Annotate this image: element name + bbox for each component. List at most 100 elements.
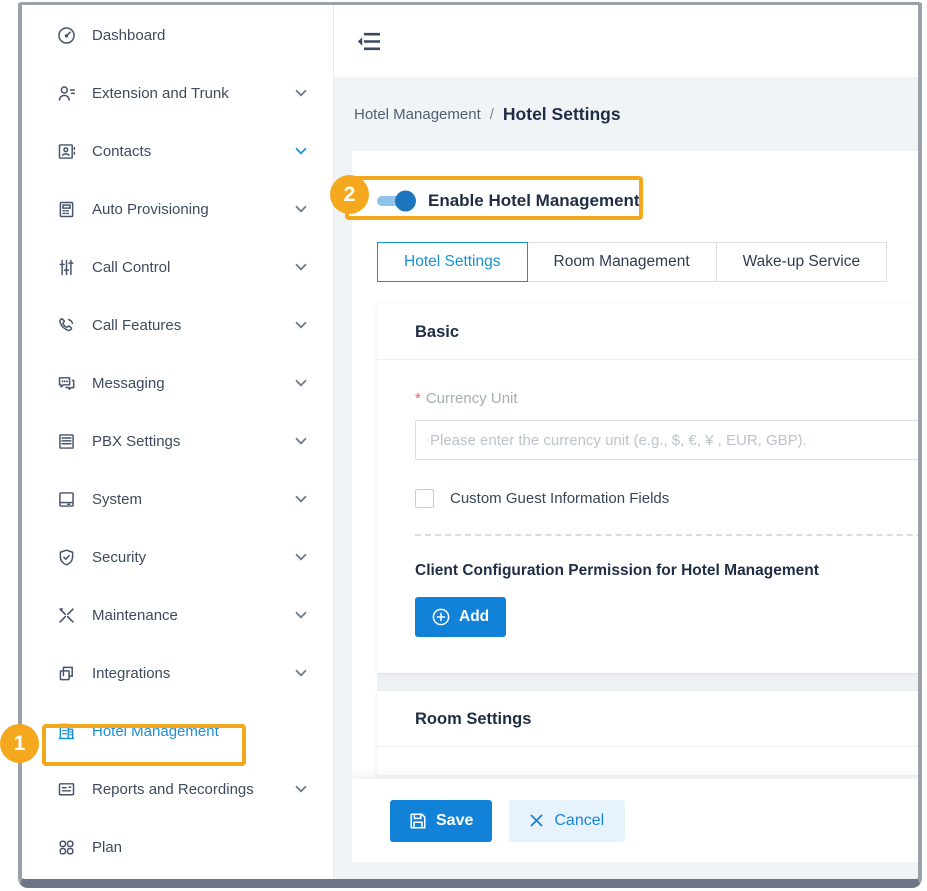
save-button-label: Save xyxy=(436,812,473,830)
currency-unit-label: *Currency Unit xyxy=(415,390,918,407)
maintenance-tools-icon xyxy=(55,604,77,626)
breadcrumb-parent-link[interactable]: Hotel Management xyxy=(354,106,481,123)
sidebar-item-pbx-settings[interactable]: PBX Settings xyxy=(22,412,333,470)
chevron-down-icon[interactable] xyxy=(295,147,307,155)
sidebar-item-maintenance[interactable]: Maintenance xyxy=(22,586,333,644)
sidebar-item-label: Call Control xyxy=(92,259,295,276)
basic-section-card: Basic *Currency Unit Custom Guest Inform… xyxy=(377,304,918,673)
reports-recordings-icon xyxy=(55,778,77,800)
sidebar-item-dashboard[interactable]: Dashboard xyxy=(22,6,333,64)
tab-room-management[interactable]: Room Management xyxy=(527,242,717,282)
enable-hotel-management-row: Enable Hotel Management xyxy=(377,179,918,223)
system-icon xyxy=(55,488,77,510)
integrations-icon xyxy=(55,662,77,684)
sidebar-item-hotel-management[interactable]: Hotel Management xyxy=(22,702,333,760)
sidebar-item-label: PBX Settings xyxy=(92,433,295,450)
room-settings-body xyxy=(377,747,918,775)
annotation-step-badge-1: 1 xyxy=(0,724,39,763)
action-footer: Save Cancel xyxy=(352,779,918,862)
enable-hotel-management-toggle[interactable] xyxy=(377,196,413,206)
extension-trunk-icon xyxy=(55,82,77,104)
save-button[interactable]: Save xyxy=(390,800,492,842)
plan-icon xyxy=(55,836,77,858)
sidebar-item-extension-and-trunk[interactable]: Extension and Trunk xyxy=(22,64,333,122)
sidebar-item-label: Security xyxy=(92,549,295,566)
sidebar-item-label: Maintenance xyxy=(92,607,295,624)
sidebar-item-label: Call Features xyxy=(92,317,295,334)
call-control-icon xyxy=(55,256,77,278)
content-panel: Enable Hotel Management Hotel Settings R… xyxy=(352,151,918,862)
sidebar-item-label: Auto Provisioning xyxy=(92,201,295,218)
section-title-room-settings: Room Settings xyxy=(377,691,918,747)
room-settings-card: Room Settings xyxy=(377,691,918,775)
main-area: Hotel Management / Hotel Settings Enable… xyxy=(334,5,918,879)
chevron-down-icon[interactable] xyxy=(295,669,307,677)
dashed-divider xyxy=(415,534,918,536)
toggle-label: Enable Hotel Management xyxy=(428,191,640,211)
settings-tabs: Hotel Settings Room Management Wake-up S… xyxy=(377,242,918,282)
custom-guest-fields-row: Custom Guest Information Fields xyxy=(415,489,918,508)
chevron-down-icon[interactable] xyxy=(295,495,307,503)
add-permission-button[interactable]: Add xyxy=(415,597,506,637)
sidebar-item-label: Dashboard xyxy=(92,27,307,44)
sidebar-item-label: Hotel Management xyxy=(92,723,307,740)
tab-hotel-settings[interactable]: Hotel Settings xyxy=(377,242,528,282)
chevron-down-icon[interactable] xyxy=(295,611,307,619)
chevron-down-icon[interactable] xyxy=(295,437,307,445)
sidebar-item-call-features[interactable]: Call Features xyxy=(22,296,333,354)
messaging-icon xyxy=(55,372,77,394)
contacts-icon xyxy=(55,140,77,162)
chevron-down-icon[interactable] xyxy=(295,263,307,271)
sidebar-item-call-control[interactable]: Call Control xyxy=(22,238,333,296)
cancel-button-label: Cancel xyxy=(554,812,604,830)
chevron-down-icon[interactable] xyxy=(295,205,307,213)
sidebar-item-label: Extension and Trunk xyxy=(92,85,295,102)
collapse-menu-icon xyxy=(357,31,382,52)
currency-unit-input[interactable] xyxy=(415,420,918,460)
call-features-icon xyxy=(55,314,77,336)
top-bar xyxy=(334,5,918,77)
pbx-settings-icon xyxy=(55,430,77,452)
circle-plus-icon xyxy=(432,608,450,626)
chevron-down-icon[interactable] xyxy=(295,785,307,793)
hotel-building-icon xyxy=(55,720,77,742)
auto-provisioning-icon xyxy=(55,198,77,220)
sidebar-item-contacts[interactable]: Contacts xyxy=(22,122,333,180)
sidebar-item-security[interactable]: Security xyxy=(22,528,333,586)
app-window: Dashboard Extension and Trunk Contacts xyxy=(18,2,922,888)
section-title-basic: Basic xyxy=(377,304,918,360)
custom-guest-fields-label: Custom Guest Information Fields xyxy=(450,490,669,507)
cancel-button[interactable]: Cancel xyxy=(509,800,625,842)
chevron-down-icon[interactable] xyxy=(295,321,307,329)
sidebar-item-integrations[interactable]: Integrations xyxy=(22,644,333,702)
sidebar-item-messaging[interactable]: Messaging xyxy=(22,354,333,412)
sidebar-item-label: Messaging xyxy=(92,375,295,392)
breadcrumb: Hotel Management / Hotel Settings xyxy=(334,77,918,151)
custom-guest-fields-checkbox[interactable] xyxy=(415,489,434,508)
sidebar-item-system[interactable]: System xyxy=(22,470,333,528)
save-floppy-icon xyxy=(409,812,427,830)
collapse-sidebar-button[interactable] xyxy=(355,28,383,54)
sidebar-item-auto-provisioning[interactable]: Auto Provisioning xyxy=(22,180,333,238)
chevron-down-icon[interactable] xyxy=(295,89,307,97)
chevron-down-icon[interactable] xyxy=(295,553,307,561)
content-scroll-area: Enable Hotel Management Hotel Settings R… xyxy=(352,151,918,779)
sidebar-item-label: Contacts xyxy=(92,143,295,160)
dashboard-icon xyxy=(55,24,77,46)
chevron-down-icon[interactable] xyxy=(295,379,307,387)
screenshot-root: Dashboard Extension and Trunk Contacts xyxy=(0,0,927,891)
required-asterisk: * xyxy=(415,390,421,407)
tab-wake-up-service[interactable]: Wake-up Service xyxy=(716,242,887,282)
security-shield-icon xyxy=(55,546,77,568)
sidebar: Dashboard Extension and Trunk Contacts xyxy=(22,5,334,879)
sidebar-item-plan[interactable]: Plan xyxy=(22,818,333,876)
basic-section-body: *Currency Unit Custom Guest Information … xyxy=(377,360,918,673)
sidebar-item-label: Integrations xyxy=(92,665,295,682)
sidebar-item-label: System xyxy=(92,491,295,508)
page-title: Hotel Settings xyxy=(503,104,621,125)
breadcrumb-separator: / xyxy=(490,106,494,123)
annotation-step-badge-2: 2 xyxy=(330,175,369,214)
sidebar-item-reports-and-recordings[interactable]: Reports and Recordings xyxy=(22,760,333,818)
form-cards: Basic *Currency Unit Custom Guest Inform… xyxy=(377,304,918,775)
add-button-label: Add xyxy=(459,608,489,626)
